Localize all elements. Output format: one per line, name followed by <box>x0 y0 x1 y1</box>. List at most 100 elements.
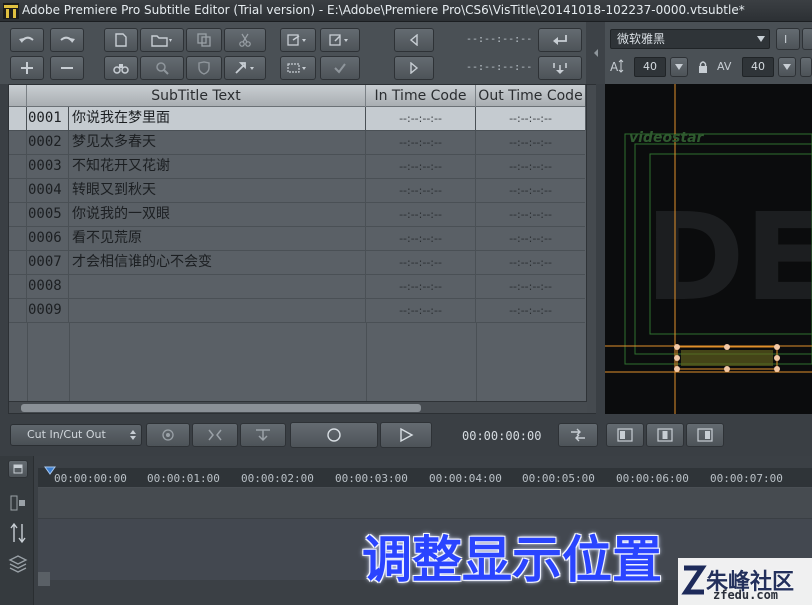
align-left-button[interactable] <box>606 423 644 447</box>
svg-text:I: I <box>784 33 787 45</box>
row-out-time[interactable]: --:--:--:-- <box>476 155 585 179</box>
row-text[interactable]: 才会相信谁的心不会变 <box>70 251 366 275</box>
format-button[interactable] <box>280 56 316 80</box>
up-down-arrows-icon[interactable] <box>9 522 27 544</box>
copy-button[interactable] <box>186 28 222 52</box>
apply-button[interactable] <box>320 56 360 80</box>
row-text[interactable]: 不知花开又花谢 <box>70 155 366 179</box>
row-in-time[interactable]: --:--:--:-- <box>366 227 476 251</box>
tools-button[interactable] <box>224 56 266 80</box>
prev-button[interactable] <box>394 28 434 52</box>
row-in-time[interactable]: --:--:--:-- <box>366 203 476 227</box>
timeline-side-tools <box>0 456 34 605</box>
sync-icon <box>571 428 585 442</box>
table-vertical-scrollbar[interactable] <box>586 85 596 413</box>
table-horizontal-scrollbar[interactable] <box>9 401 587 413</box>
set-out-button[interactable] <box>538 56 582 80</box>
row-in-time[interactable]: --:--:--:-- <box>366 299 476 323</box>
remove-subtitle-button[interactable] <box>50 56 84 80</box>
row-text[interactable]: 看不见荒原 <box>70 227 366 251</box>
row-in-time[interactable]: --:--:--:-- <box>366 131 476 155</box>
mode-select[interactable]: Cut In/Cut Out <box>10 424 142 446</box>
row-out-time[interactable]: --:--:--:-- <box>476 275 585 299</box>
table-row[interactable]: 0005 你说我的一双眼 --:--:--:-- --:--:--:-- <box>9 203 585 227</box>
row-in-time[interactable]: --:--:--:-- <box>366 275 476 299</box>
export-button[interactable] <box>280 28 316 52</box>
svg-text:AV: AV <box>717 60 732 73</box>
shield-button[interactable] <box>186 56 222 80</box>
new-file-icon <box>115 33 127 47</box>
timeline-view-button[interactable] <box>8 460 28 478</box>
row-text[interactable]: 你说我在梦里面 <box>70 107 366 131</box>
row-in-time[interactable]: --:--:--:-- <box>366 251 476 275</box>
row-out-time[interactable]: --:--:--:-- <box>476 299 585 323</box>
table-row[interactable]: 0001 你说我在梦里面 --:--:--:-- --:--:--:-- <box>9 107 585 131</box>
redo-button[interactable] <box>50 28 84 52</box>
row-in-time[interactable]: --:--:--:-- <box>366 107 476 131</box>
row-text[interactable] <box>70 299 366 323</box>
set-in-button[interactable] <box>538 28 582 52</box>
table-row[interactable]: 0009 --:--:--:-- --:--:--:-- <box>9 299 585 323</box>
row-out-time[interactable]: --:--:--:-- <box>476 107 585 131</box>
preview-logo: videostar <box>629 130 704 146</box>
open-file-button[interactable] <box>140 28 184 52</box>
window-icon <box>13 464 23 474</box>
trim-out-button[interactable] <box>240 423 286 447</box>
table-row[interactable]: 0004 转眼又到秋天 --:--:--:-- --:--:--:-- <box>9 179 585 203</box>
font-style-button[interactable]: I <box>776 28 800 50</box>
record-mode-button[interactable] <box>146 423 190 447</box>
find-button[interactable] <box>104 56 138 80</box>
table-row[interactable]: 0006 看不见荒原 --:--:--:-- --:--:--:-- <box>9 227 585 251</box>
align-center-button[interactable] <box>646 423 684 447</box>
add-subtitle-button[interactable] <box>10 56 44 80</box>
row-out-time[interactable]: --:--:--:-- <box>476 227 585 251</box>
align-right-button[interactable] <box>686 423 724 447</box>
track-select-icon[interactable] <box>9 494 27 512</box>
row-out-time[interactable]: --:--:--:-- <box>476 203 585 227</box>
undo-button[interactable] <box>10 28 44 52</box>
video-preview[interactable]: DE videostar <box>605 84 812 414</box>
table-row[interactable]: 0003 不知花开又花谢 --:--:--:-- --:--:--:-- <box>9 155 585 179</box>
panel-collapse-handle[interactable] <box>586 22 605 84</box>
kerning-dropdown[interactable] <box>778 57 796 77</box>
new-file-button[interactable] <box>104 28 138 52</box>
trim-in-button[interactable] <box>192 423 238 447</box>
timeline-scroll-left[interactable] <box>38 572 50 586</box>
ruler-tick: 00:00:01:00 <box>147 472 220 485</box>
row-text[interactable]: 你说我的一双眼 <box>70 203 366 227</box>
font-bold-button[interactable] <box>802 28 812 50</box>
layers-icon[interactable] <box>8 554 28 574</box>
row-in-time[interactable]: --:--:--:-- <box>366 155 476 179</box>
ruler-tick: 00:00:03:00 <box>335 472 408 485</box>
cut-button[interactable] <box>224 28 266 52</box>
row-text[interactable]: 梦见太多春天 <box>70 131 366 155</box>
row-in-time[interactable]: --:--:--:-- <box>366 179 476 203</box>
record-target-icon <box>162 429 174 441</box>
font-size-input[interactable]: 40 <box>634 57 666 77</box>
horizontal-scroll-thumb[interactable] <box>21 404 421 412</box>
font-size-dropdown[interactable] <box>670 57 688 77</box>
font-select[interactable]: 微软雅黑 <box>610 29 770 49</box>
table-row[interactable]: 0008 --:--:--:-- --:--:--:-- <box>9 275 585 299</box>
header-in-time[interactable]: In Time Code <box>366 85 476 107</box>
row-text[interactable] <box>70 275 366 299</box>
sync-button[interactable] <box>558 423 598 447</box>
kerning-input[interactable]: 40 <box>742 57 774 77</box>
table-row[interactable]: 0007 才会相信谁的心不会变 --:--:--:-- --:--:--:-- <box>9 251 585 275</box>
header-out-time[interactable]: Out Time Code <box>476 85 585 107</box>
lock-icon[interactable] <box>697 60 709 74</box>
zoom-button[interactable] <box>140 56 184 80</box>
row-out-time[interactable]: --:--:--:-- <box>476 179 585 203</box>
table-row[interactable]: 0002 梦见太多春天 --:--:--:-- --:--:--:-- <box>9 131 585 155</box>
row-out-time[interactable]: --:--:--:-- <box>476 131 585 155</box>
header-subtitle-text[interactable]: SubTitle Text <box>27 85 366 107</box>
row-text[interactable]: 转眼又到秋天 <box>70 179 366 203</box>
watermark-url: zfedu.com <box>713 588 779 602</box>
next-button[interactable] <box>394 56 434 80</box>
plus-icon <box>21 62 33 74</box>
leading-button[interactable] <box>800 57 812 77</box>
play-button[interactable] <box>380 422 432 448</box>
import-button[interactable] <box>320 28 360 52</box>
row-out-time[interactable]: --:--:--:-- <box>476 251 585 275</box>
record-button[interactable] <box>290 422 378 448</box>
